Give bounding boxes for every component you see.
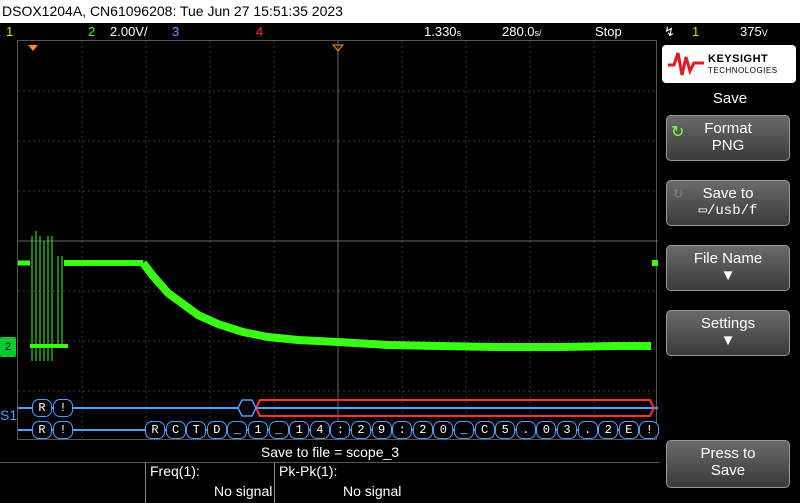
decode-byte: . <box>577 421 598 439</box>
save-to-value: ▭/usb/f <box>698 203 758 219</box>
run-state: Stop <box>595 24 622 39</box>
decode-byte: R <box>32 399 52 417</box>
trigger-edge-icon: ↯ <box>664 24 675 39</box>
measurement-value: No signal <box>343 483 402 499</box>
menu-title: Save <box>712 90 748 107</box>
ch2-ground-marker[interactable]: 2 <box>0 337 16 357</box>
decode-byte: E <box>618 421 639 439</box>
format-label: Format <box>704 120 752 137</box>
decode-byte: C <box>474 421 495 439</box>
decode-byte: ! <box>53 421 73 439</box>
refresh-icon-disabled: ↻ <box>673 187 684 201</box>
press-value: Save <box>710 462 746 479</box>
serial-bus-label: S1 <box>0 407 18 423</box>
save-to-label: Save to <box>702 185 754 202</box>
decode-byte: 2 <box>598 421 619 439</box>
decode-byte: 5 <box>495 421 516 439</box>
decode-byte: : <box>330 421 351 439</box>
decode-byte: 2 <box>351 421 371 439</box>
decode-byte: 4 <box>309 421 330 439</box>
format-button[interactable]: ↻ Format PNG <box>666 115 790 161</box>
ch2-indicator[interactable]: 2 <box>88 23 95 40</box>
save-status-message: Save to file = scope_3 <box>260 444 400 460</box>
decode-byte: T <box>186 421 207 439</box>
file-name-button[interactable]: File Name ▼ <box>666 245 790 291</box>
trigger-channel: 1 <box>692 24 700 39</box>
decode-byte: R <box>32 421 52 439</box>
refresh-icon: ↻ <box>671 124 685 141</box>
measurement-freq[interactable]: Freq(1): No signal <box>145 463 276 503</box>
measurement-pkpk[interactable]: Pk-Pk(1): No signal <box>274 463 405 503</box>
decode-byte: 1 <box>248 421 268 439</box>
decode-byte: 1 <box>289 421 310 439</box>
ch1-indicator[interactable]: 1 <box>6 23 13 40</box>
decode-byte: 3 <box>557 421 577 439</box>
measurement-value: No signal <box>214 483 273 499</box>
measurement-label: Freq(1): <box>150 463 200 479</box>
ch3-indicator[interactable]: 3 <box>172 23 179 40</box>
decode-byte: 0 <box>536 421 557 439</box>
decode-byte: . <box>515 421 536 439</box>
settings-label: Settings <box>700 315 756 332</box>
decode-byte: 2 <box>412 421 433 439</box>
decode-byte: 9 <box>371 421 392 439</box>
arrow-down-icon: ▼ <box>720 332 736 349</box>
arrow-down-icon: ▼ <box>720 267 736 284</box>
decode-byte: _ <box>227 421 248 439</box>
press-to-save-button[interactable]: Press to Save <box>666 440 790 488</box>
save-to-button[interactable]: ↻ Save to ▭/usb/f <box>666 180 790 226</box>
decode-byte: ! <box>639 421 660 439</box>
file-name-label: File Name <box>693 250 763 267</box>
status-bar: 1 2 2.00V/ 3 4 1.330s 280.0s/ Stop ↯ 1 3… <box>0 23 800 40</box>
waveform-graticule[interactable]: R! R! R C T D _ 1 _ 1 4:2 9:2 0 _ C 5. 0 3. 2 E! <box>17 40 660 441</box>
window-title: DSOX1204A, CN61096208: Tue Jun 27 15:51:… <box>0 0 800 23</box>
measurement-label: Pk-Pk(1): <box>279 463 338 479</box>
settings-button[interactable]: Settings ▼ <box>666 310 790 356</box>
usb-drive-icon: ▭ <box>698 203 707 219</box>
decode-byte: _ <box>454 421 474 439</box>
press-label: Press to <box>700 445 756 462</box>
format-value: PNG <box>711 137 745 154</box>
decode-byte: : <box>392 421 413 439</box>
decode-byte: 0 <box>433 421 454 439</box>
decode-byte: ! <box>53 399 73 417</box>
decode-byte: D <box>206 421 227 439</box>
graticule-svg <box>18 41 658 441</box>
brand-text: KEYSIGHT TECHNOLOGIES <box>708 53 778 75</box>
keysight-wave-icon <box>668 52 704 76</box>
decode-byte: R <box>145 421 165 439</box>
trigger-position-marker <box>28 45 38 51</box>
decode-byte: C <box>165 421 186 439</box>
ch4-indicator[interactable]: 4 <box>256 23 263 40</box>
keysight-logo: KEYSIGHT TECHNOLOGIES <box>662 45 796 83</box>
ch2-scale: 2.00V/ <box>110 24 148 39</box>
decode-byte: _ <box>268 421 289 439</box>
